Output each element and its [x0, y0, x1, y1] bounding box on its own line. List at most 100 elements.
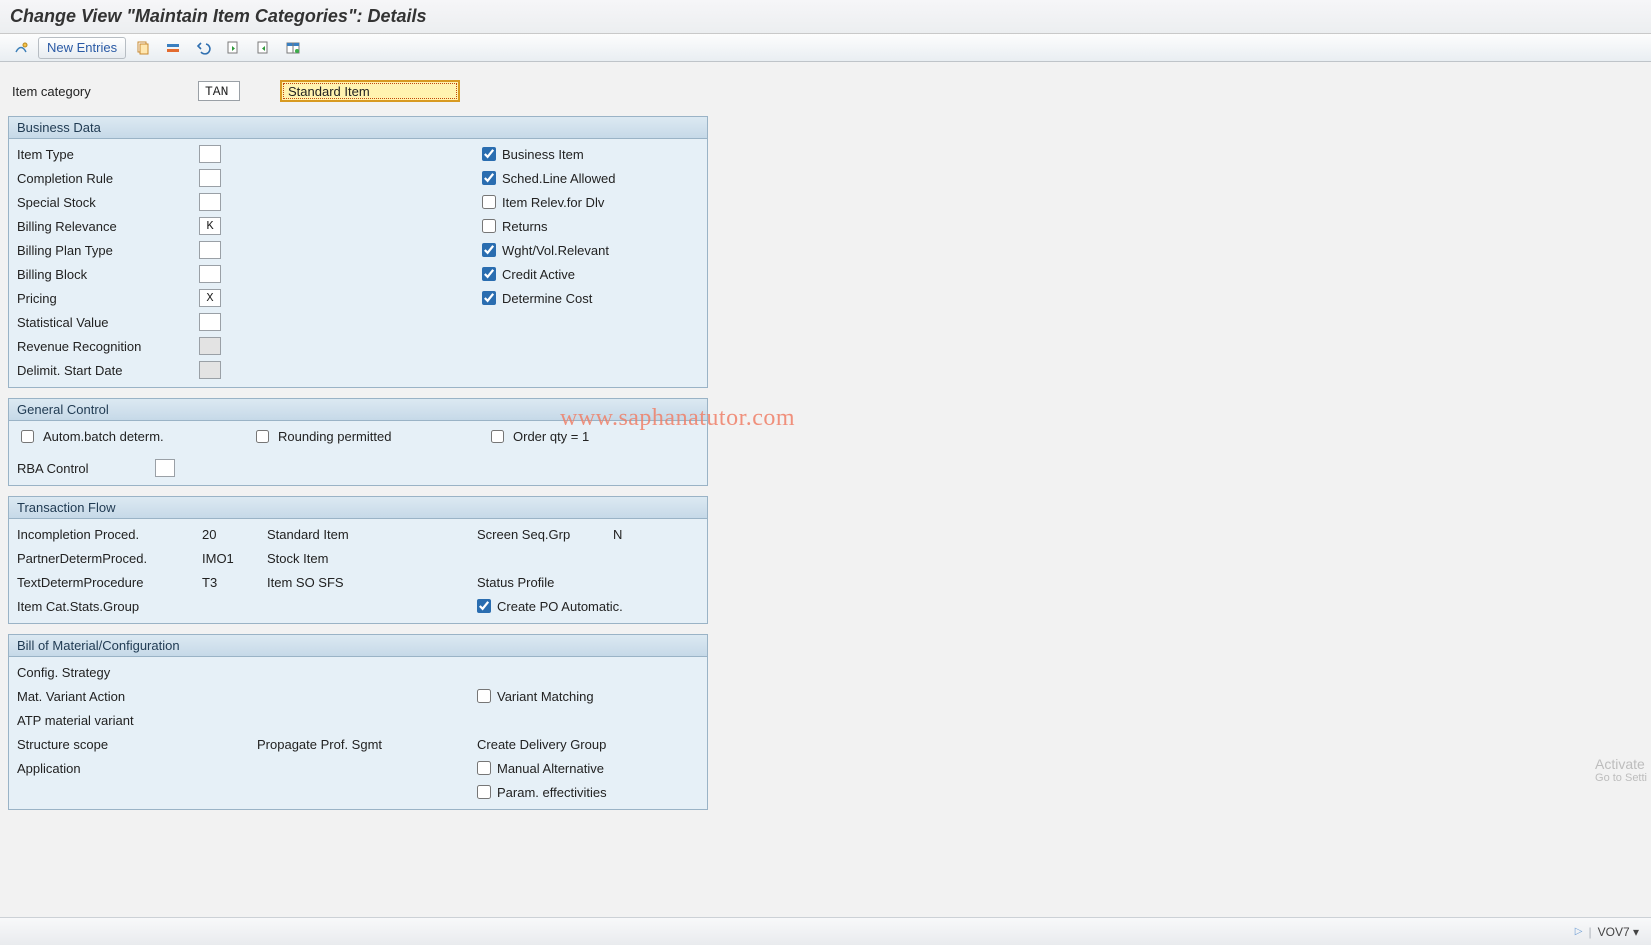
- new-entries-button[interactable]: New Entries: [38, 37, 126, 59]
- completion-rule-input[interactable]: [199, 169, 221, 187]
- copy-as-icon[interactable]: [130, 38, 156, 58]
- business-data-panel: Business Data Item Type Completion Rule …: [8, 116, 708, 388]
- item-category-code[interactable]: TAN: [198, 81, 240, 101]
- item-type-label: Item Type: [17, 147, 199, 162]
- application-label: Application: [17, 761, 202, 776]
- title-bar: Change View "Maintain Item Categories": …: [0, 0, 1651, 34]
- other-view-icon[interactable]: [8, 38, 34, 58]
- credit-active-checkbox[interactable]: [482, 267, 496, 281]
- business-item-checkbox[interactable]: [482, 147, 496, 161]
- general-control-header: General Control: [9, 399, 707, 421]
- sched-line-allowed-label: Sched.Line Allowed: [502, 171, 615, 186]
- special-stock-label: Special Stock: [17, 195, 199, 210]
- billing-relevance-label: Billing Relevance: [17, 219, 199, 234]
- sched-line-allowed-checkbox[interactable]: [482, 171, 496, 185]
- bom-header: Bill of Material/Configuration: [9, 635, 707, 657]
- rba-control-input[interactable]: [155, 459, 175, 477]
- param-effectivities-checkbox[interactable]: [477, 785, 491, 799]
- rba-control-label: RBA Control: [17, 461, 149, 476]
- billing-plan-type-input[interactable]: [199, 241, 221, 259]
- billing-relevance-input[interactable]: K: [199, 217, 221, 235]
- special-stock-input[interactable]: [199, 193, 221, 211]
- item-category-row: Item category TAN Standard Item: [8, 80, 1643, 102]
- item-type-input[interactable]: [199, 145, 221, 163]
- undo-icon[interactable]: [190, 38, 216, 58]
- pricing-input[interactable]: X: [199, 289, 221, 307]
- billing-plan-type-label: Billing Plan Type: [17, 243, 199, 258]
- table-view-icon[interactable]: [280, 38, 306, 58]
- rounding-permitted-label: Rounding permitted: [278, 429, 391, 444]
- partner-determ-proced-label: PartnerDetermProced.: [17, 551, 202, 566]
- returns-checkbox[interactable]: [482, 219, 496, 233]
- config-strategy-label: Config. Strategy: [17, 665, 202, 680]
- rounding-permitted-checkbox[interactable]: [256, 430, 269, 443]
- tcode-display[interactable]: VOV7 ▾: [1598, 925, 1639, 939]
- previous-entry-icon[interactable]: [220, 38, 246, 58]
- delimit-start-date-label: Delimit. Start Date: [17, 363, 199, 378]
- incompletion-proced-input[interactable]: 20: [202, 527, 216, 542]
- order-qty-1-checkbox[interactable]: [491, 430, 504, 443]
- delete-icon[interactable]: [160, 38, 186, 58]
- mat-variant-action-label: Mat. Variant Action: [17, 689, 202, 704]
- credit-active-label: Credit Active: [502, 267, 575, 282]
- chevron-down-icon: ▾: [1633, 925, 1639, 939]
- incompletion-proced-label: Incompletion Proced.: [17, 527, 202, 542]
- item-relev-dlv-checkbox[interactable]: [482, 195, 496, 209]
- delimit-start-date-input[interactable]: [199, 361, 221, 379]
- partner-determ-proced-input[interactable]: IMO1: [202, 551, 234, 566]
- billing-block-input[interactable]: [199, 265, 221, 283]
- status-separator: |: [1588, 925, 1591, 939]
- status-indicator-icon: ▷: [1575, 926, 1583, 937]
- transaction-flow-panel: Transaction Flow Incompletion Proced.20 …: [8, 496, 708, 624]
- completion-rule-label: Completion Rule: [17, 171, 199, 186]
- item-relev-dlv-label: Item Relev.for Dlv: [502, 195, 604, 210]
- status-profile-label: Status Profile: [477, 575, 605, 590]
- pricing-label: Pricing: [17, 291, 199, 306]
- screen-seq-grp-input[interactable]: N: [613, 527, 622, 542]
- propagate-prof-sgmt-label: Propagate Prof. Sgmt: [257, 737, 417, 752]
- create-po-automatic-checkbox[interactable]: [477, 599, 491, 613]
- page-title: Change View "Maintain Item Categories": …: [10, 6, 427, 26]
- text-determ-procedure-input[interactable]: T3: [202, 575, 217, 590]
- revenue-recognition-input[interactable]: [199, 337, 221, 355]
- item-cat-stats-group-label: Item Cat.Stats.Group: [17, 599, 202, 614]
- screen-seq-grp-label: Screen Seq.Grp: [477, 527, 605, 542]
- create-po-automatic-label: Create PO Automatic.: [497, 599, 623, 614]
- wght-vol-relevant-checkbox[interactable]: [482, 243, 496, 257]
- revenue-recognition-label: Revenue Recognition: [17, 339, 199, 354]
- general-control-panel: General Control Autom.batch determ. Roun…: [8, 398, 708, 486]
- statistical-value-label: Statistical Value: [17, 315, 199, 330]
- statistical-value-input[interactable]: [199, 313, 221, 331]
- business-data-header: Business Data: [9, 117, 707, 139]
- determine-cost-label: Determine Cost: [502, 291, 592, 306]
- bom-panel: Bill of Material/Configuration Config. S…: [8, 634, 708, 810]
- param-effectivities-label: Param. effectivities: [497, 785, 607, 800]
- business-item-label: Business Item: [502, 147, 584, 162]
- wght-vol-relevant-label: Wght/Vol.Relevant: [502, 243, 609, 258]
- content-area: Item category TAN Standard Item Business…: [0, 62, 1651, 828]
- variant-matching-label: Variant Matching: [497, 689, 594, 704]
- partner-determ-proced-desc: Stock Item: [267, 551, 328, 566]
- toolbar: New Entries: [0, 34, 1651, 62]
- item-category-description[interactable]: Standard Item: [280, 80, 460, 102]
- text-determ-procedure-desc: Item SO SFS: [267, 575, 344, 590]
- next-entry-icon[interactable]: [250, 38, 276, 58]
- new-entries-label: New Entries: [47, 40, 117, 55]
- autom-batch-checkbox[interactable]: [21, 430, 34, 443]
- order-qty-1-label: Order qty = 1: [513, 429, 589, 444]
- manual-alternative-checkbox[interactable]: [477, 761, 491, 775]
- manual-alternative-label: Manual Alternative: [497, 761, 604, 776]
- determine-cost-checkbox[interactable]: [482, 291, 496, 305]
- returns-label: Returns: [502, 219, 548, 234]
- text-determ-procedure-label: TextDetermProcedure: [17, 575, 202, 590]
- autom-batch-label: Autom.batch determ.: [43, 429, 164, 444]
- billing-block-label: Billing Block: [17, 267, 199, 282]
- atp-material-variant-label: ATP material variant: [17, 713, 202, 728]
- incompletion-proced-desc: Standard Item: [267, 527, 349, 542]
- structure-scope-label: Structure scope: [17, 737, 202, 752]
- status-bar: ▷ | VOV7 ▾: [0, 917, 1651, 945]
- transaction-flow-header: Transaction Flow: [9, 497, 707, 519]
- item-category-label: Item category: [8, 84, 188, 99]
- variant-matching-checkbox[interactable]: [477, 689, 491, 703]
- create-delivery-group-label: Create Delivery Group: [477, 737, 637, 752]
